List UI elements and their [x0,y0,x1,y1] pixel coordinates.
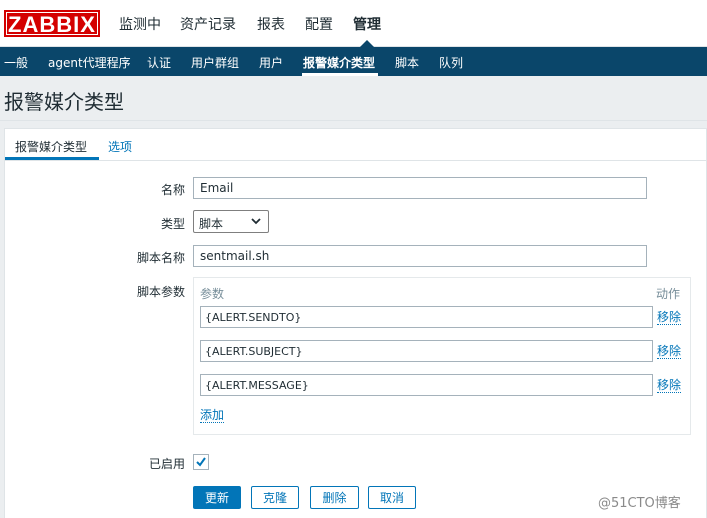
zabbix-logo[interactable]: ZABBIX [4,10,100,37]
form-panel: 报警媒介类型 选项 名称 类型 脚本 脚本名称 脚本参数 参数 动作 移除 移除… [4,128,707,518]
menu-reports[interactable]: 报表 [257,14,285,34]
cancel-button[interactable]: 取消 [368,486,416,509]
logo-text: ZABBIX [6,12,98,36]
subnav-general[interactable]: 一般 [4,54,28,71]
tab-media-type[interactable]: 报警媒介类型 [15,138,87,155]
type-select[interactable]: 脚本 [193,210,269,233]
param-input-sendto[interactable] [200,306,653,328]
name-label: 名称 [160,183,185,197]
type-label: 类型 [160,217,185,231]
remove-param-subject-link[interactable]: 移除 [657,344,682,359]
tab-options[interactable]: 选项 [108,138,132,155]
script-name-label: 脚本名称 [136,251,185,265]
watermark-text: @51CTO博客 [598,496,681,511]
enabled-checkbox[interactable] [193,454,209,470]
subnav-proxies[interactable]: agent代理程序 [48,54,131,71]
subnav-queue[interactable]: 队列 [439,54,463,71]
script-name-input[interactable] [193,245,647,267]
subnav-media-types[interactable]: 报警媒介类型 [303,54,375,71]
type-select-value: 脚本 [199,217,224,231]
remove-param-sendto-link[interactable]: 移除 [657,310,682,325]
title-bar: 报警媒介类型 [0,76,707,121]
name-input[interactable] [193,177,647,199]
top-header: ZABBIX 监测中 资产记录 报表 配置 管理 [0,0,707,47]
menu-inventory[interactable]: 资产记录 [180,14,236,34]
param-input-subject[interactable] [200,340,653,362]
script-params-table: 参数 动作 移除 移除 移除 添加 [193,277,691,435]
remove-param-message-link[interactable]: 移除 [657,378,682,393]
subnav-scripts[interactable]: 脚本 [395,54,419,71]
action-column-header: 动作 [656,287,681,301]
subnav-users[interactable]: 用户 [259,54,283,71]
subnav-user-groups[interactable]: 用户群组 [191,54,239,71]
clone-button[interactable]: 克隆 [251,486,299,509]
delete-button[interactable]: 删除 [310,486,359,509]
script-params-label: 脚本参数 [136,285,185,299]
menu-configuration[interactable]: 配置 [305,14,333,34]
menu-administration[interactable]: 管理 [353,14,381,34]
add-param-link[interactable]: 添加 [200,408,225,423]
enabled-label: 已启用 [148,457,185,471]
sub-navigation: 一般 agent代理程序 认证 用户群组 用户 报警媒介类型 脚本 队列 [0,47,707,76]
chevron-down-icon [251,218,261,225]
subnav-authentication[interactable]: 认证 [147,54,171,71]
menu-monitoring[interactable]: 监测中 [119,14,161,34]
params-column-header: 参数 [200,287,225,301]
active-menu-pointer-icon [360,40,374,47]
page-title: 报警媒介类型 [4,90,124,114]
checkmark-icon [196,457,206,467]
param-input-message[interactable] [200,374,653,396]
update-button[interactable]: 更新 [193,486,241,509]
active-tab-underline [5,157,99,160]
tab-bar: 报警媒介类型 选项 [5,129,706,161]
